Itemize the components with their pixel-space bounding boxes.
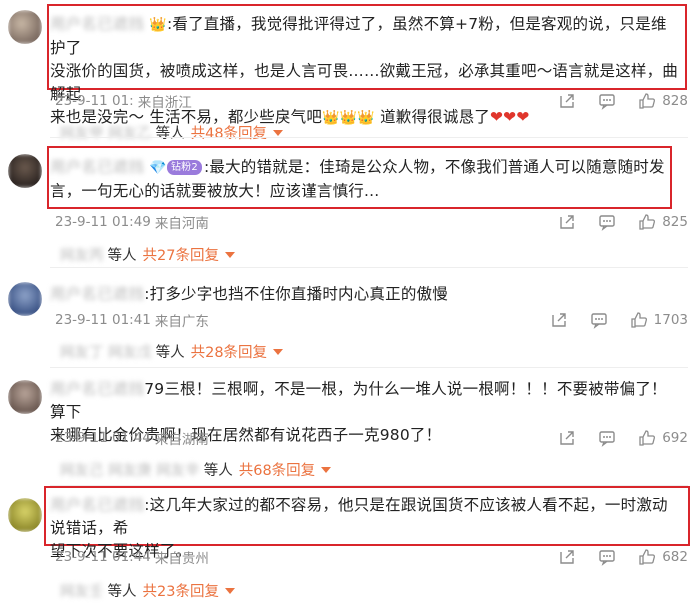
avatar[interactable] — [8, 380, 42, 414]
comment-time: 23-9-11 01:44 — [55, 430, 151, 446]
comment-icon[interactable] — [598, 92, 616, 110]
comment-icon[interactable] — [598, 213, 616, 231]
like-count: 825 — [662, 214, 688, 230]
like-count: 692 — [662, 430, 688, 446]
comment-username[interactable]: 用户名已遮挡 — [50, 496, 144, 514]
avatar[interactable] — [8, 498, 42, 532]
comment-username[interactable]: 用户名已遮挡 — [50, 158, 144, 176]
share-icon[interactable] — [558, 429, 576, 447]
view-replies-link[interactable]: 共68条回复 — [239, 459, 315, 480]
share-icon[interactable] — [550, 311, 568, 329]
comment-location: 来自广东 — [154, 314, 209, 330]
comment-text: 用户名已遮挡 💎 钻粉2:最大的错就是：佳琦是公众人物，不像我们普通人可以随意随时… — [50, 158, 665, 200]
reply-summary: 网友壬 等人 共23条回复 — [60, 580, 235, 601]
share-icon[interactable] — [558, 92, 576, 110]
thumbs-up-icon[interactable] — [638, 429, 656, 447]
avatar[interactable] — [8, 154, 42, 188]
diamond-fan-badge-icon: 💎 — [149, 160, 167, 176]
reply-suffix: 等人 — [203, 463, 233, 479]
comment-item: 用户名已遮挡:打多少字也挡不住你直播时内心真正的傲慢 23-9-11 01:41… — [0, 268, 700, 368]
comment-meta: 23-9-11 01:44 来自湖南 692 — [55, 427, 688, 449]
reply-summary: 网友丁 网友戊 等人 共28条回复 — [60, 341, 284, 362]
comment-item: 用户名已遮挡:这几年大家过的都不容易，他只是在跟说国货不应该被人看不起，一时激动… — [0, 486, 700, 615]
like-count: 828 — [662, 93, 688, 109]
comment-meta: 23-9-11 01: 来自浙江 828 — [55, 90, 688, 112]
comment-location: 来自河南 — [154, 216, 209, 232]
comment-meta: 23-9-11 01:41 来自广东 1703 — [55, 309, 688, 331]
comment-time: 23-9-11 01:41 — [55, 312, 151, 328]
chevron-down-icon[interactable] — [224, 251, 235, 258]
comment-time: 23-9-11 01: — [55, 93, 134, 109]
comment-location: 来自湖南 — [154, 432, 209, 448]
share-icon[interactable] — [558, 548, 576, 566]
reply-usernames[interactable]: 网友丁 网友戊 — [60, 341, 152, 362]
comment-item: 用户名已遮挡 💎 钻粉2:最大的错就是：佳琦是公众人物，不像我们普通人可以随意随时… — [0, 138, 700, 268]
reply-suffix: 等人 — [107, 584, 137, 600]
chevron-down-icon[interactable] — [273, 129, 284, 136]
fan-badge: 钻粉2 — [166, 160, 202, 175]
comment-meta: 23-9-11 01:49 来自河南 825 — [55, 211, 688, 233]
thumbs-up-icon[interactable] — [630, 311, 648, 329]
comment-username[interactable]: 用户名已遮挡 — [50, 285, 144, 303]
like-count: 682 — [662, 549, 688, 565]
comment-username[interactable]: 用户名已遮挡 — [50, 380, 144, 398]
avatar[interactable] — [8, 282, 42, 316]
chevron-down-icon[interactable] — [321, 466, 332, 473]
comment-location: 来自贵州 — [154, 551, 209, 567]
thumbs-up-icon[interactable] — [638, 213, 656, 231]
reply-usernames[interactable]: 网友己 网友庚 网友辛 — [60, 459, 200, 480]
avatar[interactable] — [8, 10, 42, 44]
reply-summary: 网友己 网友庚 网友辛 等人 共68条回复 — [60, 459, 332, 480]
thumbs-up-icon[interactable] — [638, 92, 656, 110]
chevron-down-icon[interactable] — [224, 587, 235, 594]
comment-icon[interactable] — [598, 429, 616, 447]
reply-suffix: 等人 — [155, 345, 185, 361]
share-icon[interactable] — [558, 213, 576, 231]
chevron-down-icon[interactable] — [273, 348, 284, 355]
comment-item: 用户名已遮挡79三根！三根啊，不是一根，为什么一堆人说一根啊！！！不要被带偏了！… — [0, 368, 700, 486]
comment-time: 23-9-11 01:49 — [55, 214, 151, 230]
reply-suffix: 等人 — [107, 248, 137, 264]
comment-text: 用户名已遮挡 👑:看了直播，我觉得批评得过了，虽然不算+7粉，但是客观的说，只是… — [50, 13, 680, 130]
comment-item: 用户名已遮挡 👑:看了直播，我觉得批评得过了，虽然不算+7粉，但是客观的说，只是… — [0, 0, 700, 142]
comment-text: 用户名已遮挡:打多少字也挡不住你直播时内心真正的傲慢 — [50, 285, 448, 303]
reply-usernames[interactable]: 网友丙 — [60, 244, 104, 265]
thumbs-up-icon[interactable] — [638, 548, 656, 566]
view-replies-link[interactable]: 共27条回复 — [143, 244, 219, 265]
comment-icon[interactable] — [590, 311, 608, 329]
comment-meta: 23-9-11 01:44 来自贵州 682 — [55, 546, 688, 568]
view-replies-link[interactable]: 共28条回复 — [191, 341, 267, 362]
comment-username[interactable]: 用户名已遮挡 — [50, 15, 144, 33]
crown-emoji-icon: 👑 — [149, 17, 167, 33]
view-replies-link[interactable]: 共23条回复 — [143, 580, 219, 601]
reply-summary: 网友丙 等人 共27条回复 — [60, 244, 235, 265]
reply-usernames[interactable]: 网友壬 — [60, 580, 104, 601]
comment-time: 23-9-11 01:44 — [55, 549, 151, 565]
comment-location: 来自浙江 — [137, 95, 192, 111]
like-count: 1703 — [653, 312, 688, 328]
comment-icon[interactable] — [598, 548, 616, 566]
